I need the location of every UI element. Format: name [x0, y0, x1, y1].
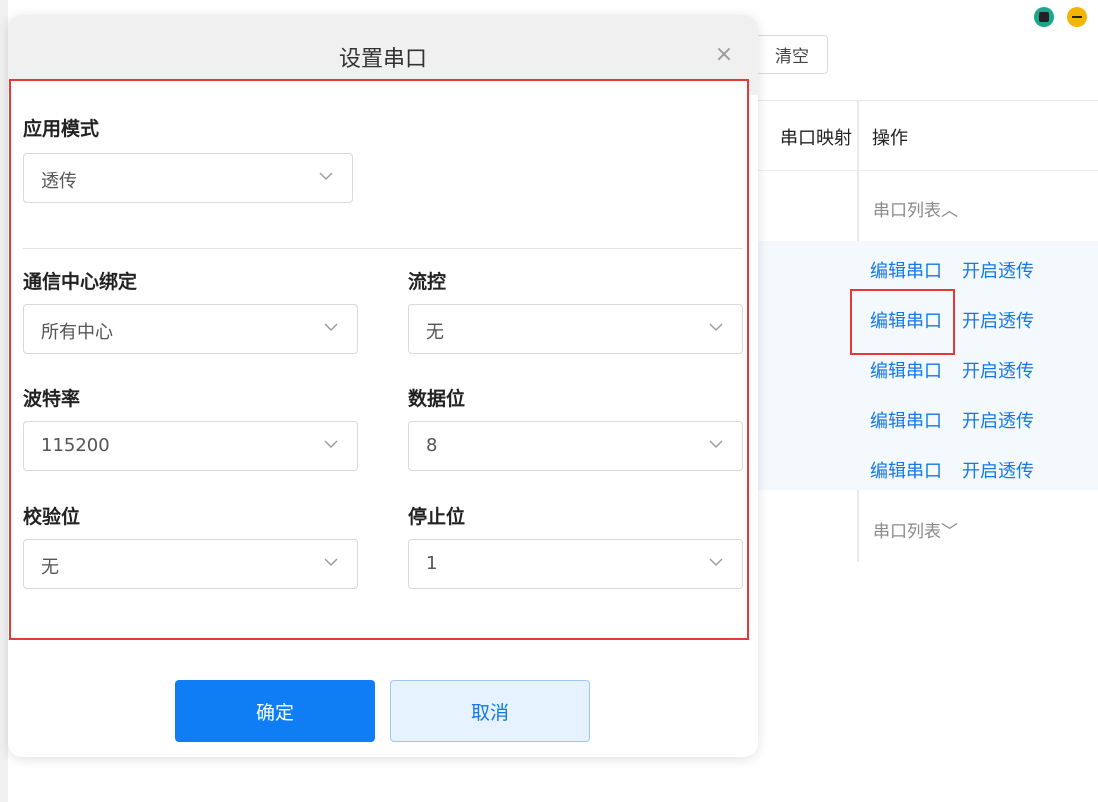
- chevron-down-icon: [319, 172, 333, 180]
- comm-center-label: 通信中心绑定: [23, 271, 138, 293]
- comm-center-value: 所有中心: [41, 322, 113, 343]
- parity-value: 无: [41, 557, 59, 578]
- enable-passthrough-link[interactable]: 开启透传: [962, 357, 1034, 382]
- data-bits-label: 数据位: [408, 388, 466, 410]
- serial-list-expand-toggle[interactable]: 串口列表﹀: [873, 517, 958, 542]
- chevron-down-icon: [324, 440, 338, 448]
- table-row: 编辑串口 开启透传: [870, 257, 1034, 282]
- stop-bits-label: 停止位: [408, 506, 466, 528]
- table-row: 编辑串口 开启透传: [870, 357, 1034, 382]
- enable-passthrough-link[interactable]: 开启透传: [962, 407, 1034, 432]
- edit-serial-link[interactable]: 编辑串口: [870, 407, 942, 432]
- column-header-serial-mapping: 串口映射: [780, 128, 852, 149]
- chevron-down-icon: [709, 440, 723, 448]
- dialog-title: 设置串口: [338, 47, 427, 72]
- flow-control-value: 无: [426, 322, 444, 343]
- table-header-top-border: [758, 100, 1098, 101]
- enable-passthrough-link[interactable]: 开启透传: [962, 307, 1034, 332]
- parity-label: 校验位: [23, 506, 81, 528]
- baud-rate-select[interactable]: 115200: [23, 421, 358, 471]
- table-header-bottom-border: [758, 170, 1098, 171]
- app-mode-label: 应用模式: [23, 118, 100, 140]
- clear-button[interactable]: 清空: [756, 35, 828, 74]
- flow-control-label: 流控: [408, 271, 447, 293]
- chevron-down-icon: [709, 558, 723, 566]
- data-bits-value: 8: [426, 435, 438, 456]
- column-header-operation: 操作: [872, 128, 908, 149]
- cancel-button[interactable]: 取消: [390, 680, 590, 742]
- app-mode-select[interactable]: 透传: [23, 153, 353, 203]
- app-mode-value: 透传: [41, 171, 77, 192]
- serial-settings-dialog: 设置串口 × 应用模式 透传 通信中心绑定 所有中心 流控 无 波特率 1152…: [8, 15, 758, 757]
- edit-serial-link[interactable]: 编辑串口: [870, 357, 942, 382]
- edit-serial-highlight-box: [850, 289, 955, 355]
- table-row: 编辑串口 开启透传: [870, 407, 1034, 432]
- window-extension-icon[interactable]: [1034, 7, 1054, 27]
- comm-center-select[interactable]: 所有中心: [23, 304, 358, 354]
- serial-list-collapse-toggle[interactable]: 串口列表︿: [873, 196, 958, 221]
- flow-control-select[interactable]: 无: [408, 304, 743, 354]
- baud-rate-value: 115200: [41, 435, 110, 456]
- edit-serial-link[interactable]: 编辑串口: [870, 257, 942, 282]
- close-icon[interactable]: ×: [712, 43, 736, 67]
- edit-serial-link[interactable]: 编辑串口: [870, 457, 942, 482]
- stop-bits-select[interactable]: 1: [408, 539, 743, 589]
- table-row: 编辑串口 开启透传: [870, 457, 1034, 482]
- data-bits-select[interactable]: 8: [408, 421, 743, 471]
- chevron-down-icon: [324, 323, 338, 331]
- chevron-down-icon: [709, 323, 723, 331]
- enable-passthrough-link[interactable]: 开启透传: [962, 257, 1034, 282]
- baud-rate-label: 波特率: [23, 388, 81, 410]
- window-minimize-icon[interactable]: [1067, 7, 1087, 27]
- chevron-down-icon: [324, 558, 338, 566]
- stop-bits-value: 1: [426, 553, 438, 574]
- form-divider: [23, 248, 743, 249]
- confirm-button[interactable]: 确定: [175, 680, 375, 742]
- parity-select[interactable]: 无: [23, 539, 358, 589]
- enable-passthrough-link[interactable]: 开启透传: [962, 457, 1034, 482]
- background-left-strip: [0, 0, 8, 802]
